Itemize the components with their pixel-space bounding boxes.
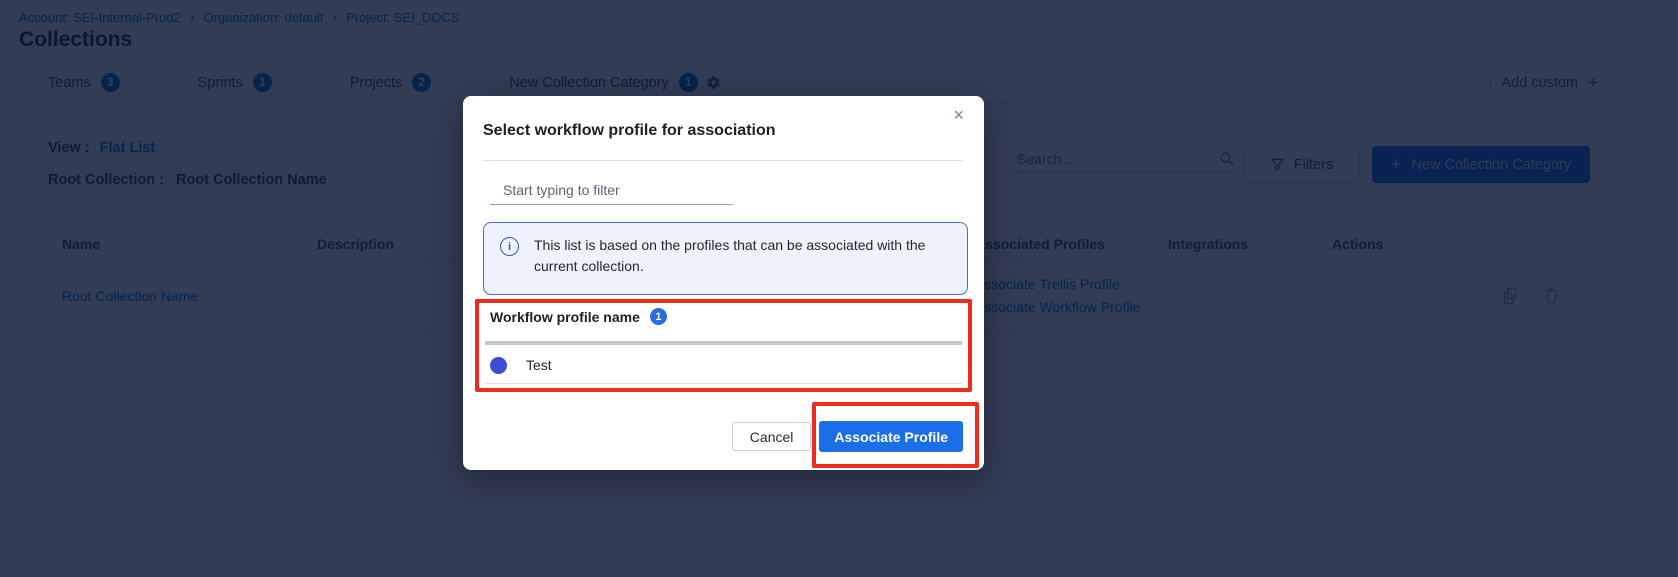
profile-option-label: Test [526,357,552,373]
info-banner-text: This list is based on the profiles that … [534,235,951,282]
divider [485,341,962,345]
associate-profile-button[interactable]: Associate Profile [819,421,963,452]
count-badge: 1 [650,308,667,325]
cancel-button[interactable]: Cancel [732,422,812,451]
profile-filter-input[interactable] [490,178,733,205]
close-icon[interactable]: × [953,106,964,124]
info-icon: i [500,237,519,256]
select-workflow-profile-modal: Select workflow profile for association … [463,96,984,470]
divider [483,160,963,161]
info-banner: i This list is based on the profiles tha… [483,222,968,295]
divider [485,383,962,384]
profile-list-header-label: Workflow profile name [490,309,640,325]
profile-list-header: Workflow profile name 1 [490,308,667,325]
profile-option-test[interactable]: Test [490,350,552,380]
modal-footer: Cancel Associate Profile [732,421,963,452]
modal-title: Select workflow profile for association [483,122,776,140]
radio-selected-icon[interactable] [490,357,507,374]
